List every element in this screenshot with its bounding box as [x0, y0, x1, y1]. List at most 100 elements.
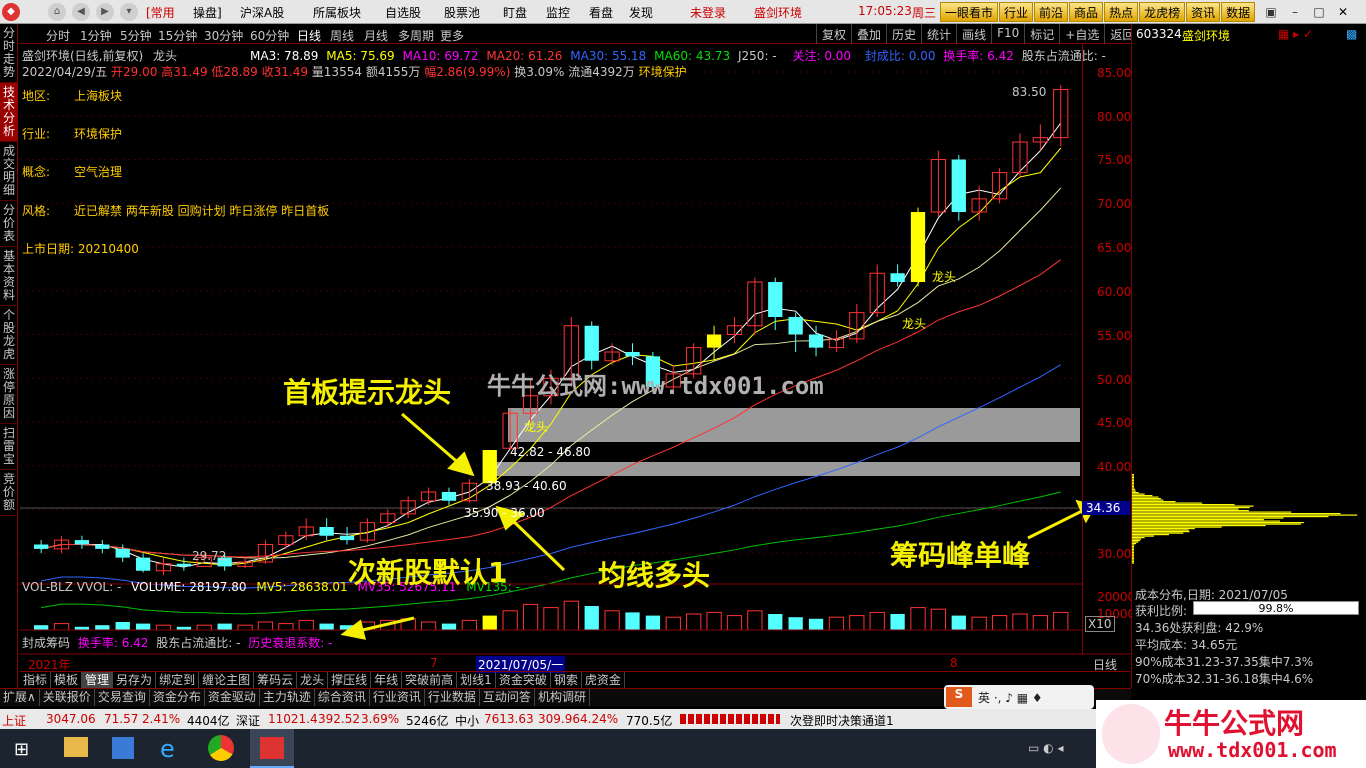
home-icon[interactable]: ⌂	[48, 3, 66, 21]
extension-tab[interactable]: 资金驱动	[205, 689, 260, 706]
period-1min[interactable]: 1分钟	[80, 27, 112, 44]
sidebar-item-intraday[interactable]: 分时走势	[0, 24, 18, 83]
tab-dragon-tiger[interactable]: 龙虎榜	[1139, 2, 1186, 22]
sidebar-item-auction[interactable]: 竞价额	[0, 470, 18, 516]
btn-history[interactable]: 历史	[886, 24, 921, 44]
extension-tab[interactable]: 资金分布	[150, 689, 205, 706]
period-15min[interactable]: 15分钟	[158, 27, 197, 44]
extension-tab[interactable]: 机构调研	[535, 689, 590, 706]
layout-icon[interactable]: ▣	[1262, 3, 1280, 21]
menu-shsz[interactable]: 沪深A股	[240, 4, 284, 21]
menu-monitor[interactable]: 监控	[546, 4, 570, 21]
maximize-icon[interactable]: □	[1310, 3, 1328, 21]
forward-icon[interactable]: ▶	[96, 3, 114, 21]
extension-tab[interactable]: 行业资讯	[370, 689, 425, 706]
app-logo-icon[interactable]: ◆	[2, 3, 20, 21]
indicator-tab[interactable]: 钢索	[551, 672, 582, 688]
tab-frontier[interactable]: 前沿	[1034, 2, 1069, 22]
indicator-tab[interactable]: 划线1	[457, 672, 496, 688]
menu-pool[interactable]: 股票池	[444, 4, 480, 21]
ime-lang[interactable]: 英 ·, ♪ ▦ ♦	[978, 689, 1043, 706]
indicator-tab[interactable]: 指标	[20, 672, 52, 688]
login-status[interactable]: 未登录	[690, 4, 726, 21]
extension-tab[interactable]: 交易查询	[95, 689, 150, 706]
tab-hotspot[interactable]: 热点	[1104, 2, 1139, 22]
btn-adjust[interactable]: 复权	[816, 24, 851, 44]
tab-commodity[interactable]: 商品	[1069, 2, 1104, 22]
period-intraday[interactable]: 分时	[46, 27, 70, 44]
sz-label[interactable]: 深证	[236, 712, 260, 729]
extension-tab[interactable]: 综合资讯	[315, 689, 370, 706]
btn-add-watch[interactable]: +自选	[1059, 24, 1104, 44]
sidebar-item-fundamentals[interactable]: 基本资料	[0, 247, 18, 306]
ie-icon[interactable]: e	[160, 735, 175, 763]
menu-view[interactable]: 看盘	[589, 4, 613, 21]
menu-sector[interactable]: 所属板块	[313, 4, 361, 21]
btn-f10[interactable]: F10	[991, 24, 1024, 44]
extension-tab[interactable]: 关联报价	[40, 689, 95, 706]
indicator-tab[interactable]: 撑压线	[328, 672, 372, 688]
menu-common[interactable]: [常用	[146, 4, 175, 21]
extension-tab[interactable]: 行业数据	[425, 689, 480, 706]
indicator-tab[interactable]: 年线	[371, 672, 403, 688]
sh-label[interactable]: 上证	[2, 712, 26, 729]
btn-draw[interactable]: 画线	[956, 24, 991, 44]
menu-discover[interactable]: 发现	[629, 4, 653, 21]
ime-toolbar[interactable]: S 英 ·, ♪ ▦ ♦	[944, 685, 1094, 709]
btn-stats[interactable]: 统计	[921, 24, 956, 44]
period-daily[interactable]: 日线	[297, 27, 321, 44]
tab-news[interactable]: 资讯	[1186, 2, 1221, 22]
tdx-app-icon[interactable]	[250, 729, 294, 768]
store-icon[interactable]	[112, 737, 134, 759]
indicator-tab[interactable]: 虎资金	[582, 672, 625, 688]
close-icon[interactable]: ✕	[1334, 3, 1352, 21]
indicator-tab[interactable]: 管理	[82, 672, 114, 688]
minimize-icon[interactable]: –	[1286, 3, 1304, 21]
tab-market-overview[interactable]: 一眼看市	[940, 2, 999, 22]
period-more[interactable]: 更多	[440, 27, 464, 44]
sidebar-item-dragon-tiger[interactable]: 个股龙虎	[0, 306, 18, 365]
indicator-tab[interactable]: 资金突破	[496, 672, 551, 688]
sidebar-item-limit-reason[interactable]: 涨停原因	[0, 365, 18, 424]
sidebar-item-risk-scan[interactable]: 扫雷宝	[0, 424, 18, 470]
zx-label[interactable]: 中小	[455, 712, 479, 729]
kline-chart[interactable]	[20, 44, 1130, 671]
period-multi[interactable]: 多周期	[398, 27, 434, 44]
ime-logo-icon[interactable]: S	[946, 687, 972, 707]
status-message[interactable]: 次登即时决策通道1	[790, 712, 894, 729]
back-icon[interactable]: ◀	[72, 3, 90, 21]
menu-watchlist[interactable]: 自选股	[385, 4, 421, 21]
rp-tool-icons[interactable]: ▦ ▸ ✓	[1278, 27, 1313, 41]
indicator-tab[interactable]: 绑定到	[156, 672, 200, 688]
windows-start-icon[interactable]: ⊞	[14, 739, 29, 760]
vol-unit[interactable]: X10	[1085, 616, 1115, 632]
period-30min[interactable]: 30分钟	[204, 27, 243, 44]
menu-monitor-board[interactable]: 盯盘	[503, 4, 527, 21]
extension-tab[interactable]: 主力轨迹	[260, 689, 315, 706]
indicator-tab[interactable]: 龙头	[297, 672, 329, 688]
period-5min[interactable]: 5分钟	[120, 27, 152, 44]
sidebar-item-tech-analysis[interactable]: 技术分析	[0, 83, 18, 142]
tab-data[interactable]: 数据	[1221, 2, 1256, 22]
indicator-tab[interactable]: 缠论主图	[199, 672, 255, 688]
tab-industry[interactable]: 行业	[999, 2, 1034, 22]
extension-tab[interactable]: 互动问答	[480, 689, 535, 706]
extension-tab[interactable]: 扩展∧	[0, 689, 40, 706]
indicator-tab[interactable]: 另存为	[113, 672, 157, 688]
indicator-tab[interactable]: 突破前高	[402, 672, 458, 688]
rp-settings-icon[interactable]: ▩	[1346, 27, 1357, 41]
file-explorer-icon[interactable]	[64, 737, 88, 757]
sidebar-item-price-table[interactable]: 分价表	[0, 201, 18, 247]
btn-mark[interactable]: 标记	[1024, 24, 1059, 44]
period-weekly[interactable]: 周线	[330, 27, 354, 44]
tray-icons[interactable]: ▭ ◐ ◂	[1028, 741, 1063, 755]
indicator-tab[interactable]: 模板	[51, 672, 83, 688]
sidebar-item-trades[interactable]: 成交明细	[0, 142, 18, 201]
indicator-tab[interactable]: 筹码云	[254, 672, 298, 688]
period-monthly[interactable]: 月线	[364, 27, 388, 44]
menu-trade[interactable]: 操盘]	[193, 4, 222, 21]
period-60min[interactable]: 60分钟	[250, 27, 289, 44]
btn-overlay[interactable]: 叠加	[851, 24, 886, 44]
chrome-icon[interactable]	[208, 735, 234, 761]
indicator-name[interactable]: 龙头	[153, 49, 177, 63]
